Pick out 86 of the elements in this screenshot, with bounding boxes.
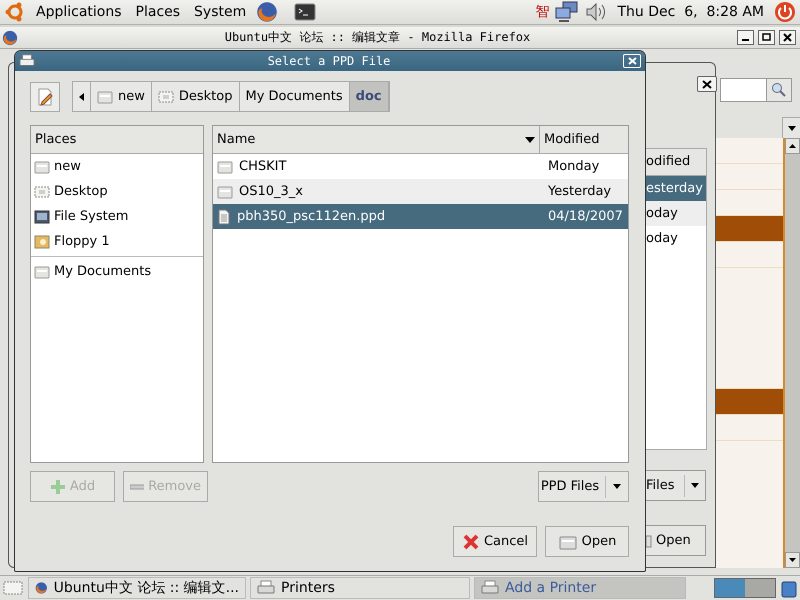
close-button[interactable] <box>779 30 796 45</box>
dialog-title: Select a PPD File <box>266 54 392 68</box>
browser-icon <box>2 30 18 46</box>
column-header[interactable]: Name <box>213 126 540 153</box>
file-row[interactable]: CHSKIT Monday <box>213 154 628 179</box>
caret-icon <box>691 483 699 488</box>
menu-item[interactable]: System <box>190 2 250 22</box>
close-icon <box>702 80 712 88</box>
open-button[interactable]: Open <box>646 525 706 556</box>
power-icon[interactable] <box>774 1 796 23</box>
floppy-icon <box>34 234 50 248</box>
folder-icon <box>217 184 233 198</box>
maximize-icon <box>762 33 771 42</box>
back-button[interactable] <box>73 82 91 111</box>
modified-date: Monday <box>547 159 600 174</box>
folder-icon <box>34 160 50 174</box>
window-title: Ubuntu中文 论坛 :: 编辑文章 - Mozilla Firefox <box>224 29 532 46</box>
file-row[interactable]: esterday <box>646 176 706 201</box>
plus-icon <box>50 478 66 494</box>
modified-date: Yesterday <box>547 184 612 199</box>
up-arrow-icon <box>789 144 796 148</box>
minimize-button[interactable] <box>737 30 754 45</box>
drive-icon <box>34 210 50 224</box>
workspace-switcher[interactable] <box>714 578 776 598</box>
speaker-icon[interactable] <box>585 2 608 22</box>
close-button[interactable] <box>697 76 717 92</box>
menu-item[interactable]: Applications <box>32 2 126 22</box>
file-name: OS10_3_x <box>239 184 303 199</box>
place-item[interactable]: My Documents <box>31 259 203 284</box>
column-header[interactable]: odified <box>646 149 706 176</box>
task-button[interactable]: Ubuntu中文 论坛 :: 编辑文... <box>28 577 246 599</box>
search-icon <box>771 82 787 98</box>
file-row[interactable]: pbh350_psc112en.ppd 04/18/2007 <box>213 204 628 229</box>
desktop-icon <box>158 90 174 104</box>
file-type-dropdown[interactable]: Files <box>646 470 706 501</box>
place-item[interactable]: File System <box>31 204 203 229</box>
network-icon[interactable] <box>555 1 580 23</box>
column-header[interactable]: Modified <box>540 132 628 147</box>
folder-icon <box>217 160 233 174</box>
modified-date: 04/18/2007 <box>547 209 624 224</box>
cancel-icon <box>462 532 480 550</box>
menu-item[interactable]: Places <box>132 2 184 22</box>
close-icon <box>783 33 792 42</box>
search-button[interactable] <box>766 78 792 102</box>
folder-icon <box>34 264 50 278</box>
cancel-button[interactable]: Cancel <box>453 526 537 557</box>
sort-arrow-icon <box>525 136 535 142</box>
edit-location-button[interactable] <box>30 82 60 112</box>
caret-icon <box>613 484 621 489</box>
desktop-icon <box>34 184 50 198</box>
file-row[interactable]: OS10_3_x Yesterday <box>213 179 628 204</box>
path-button[interactable]: new <box>91 82 152 111</box>
scrollbar[interactable] <box>785 138 800 568</box>
place-item[interactable]: Floppy 1 <box>31 229 203 254</box>
task-button[interactable]: Add a Printer <box>474 577 686 599</box>
column-header[interactable]: Places <box>31 132 80 147</box>
printer-icon <box>19 54 35 68</box>
close-icon <box>628 57 636 65</box>
file-name: CHSKIT <box>239 159 286 174</box>
terminal-icon[interactable] <box>294 3 316 21</box>
path-button[interactable]: Desktop <box>152 82 240 111</box>
caret-icon <box>788 126 796 130</box>
place-item[interactable]: Desktop <box>31 179 203 204</box>
minus-icon <box>130 484 144 490</box>
maximize-button[interactable] <box>758 30 775 45</box>
document-icon <box>217 208 231 224</box>
search-field[interactable] <box>720 78 766 102</box>
dropdown-button[interactable] <box>782 117 800 139</box>
file-type-dropdown[interactable]: PPD Files <box>538 471 629 502</box>
browser-icon[interactable] <box>256 1 278 23</box>
printer-icon <box>257 580 275 596</box>
file-row[interactable]: oday <box>646 226 706 251</box>
clock[interactable]: Thu Dec 6, 8:28 AM <box>617 4 764 20</box>
show-desktop-icon[interactable] <box>2 579 24 597</box>
file-row[interactable]: oday <box>646 201 706 226</box>
path-button[interactable]: doc <box>350 82 389 111</box>
down-arrow-icon <box>789 558 796 562</box>
input-method-indicator[interactable]: 智 <box>535 3 550 21</box>
task-button[interactable]: Printers <box>250 577 470 599</box>
file-name: pbh350_psc112en.ppd <box>237 209 386 224</box>
folder-icon <box>97 90 113 104</box>
place-item[interactable]: new <box>31 154 203 179</box>
open-button[interactable]: Open <box>545 526 629 557</box>
caret-icon <box>79 92 84 100</box>
path-button[interactable]: My Documents <box>240 82 350 111</box>
printer-icon <box>481 580 499 596</box>
